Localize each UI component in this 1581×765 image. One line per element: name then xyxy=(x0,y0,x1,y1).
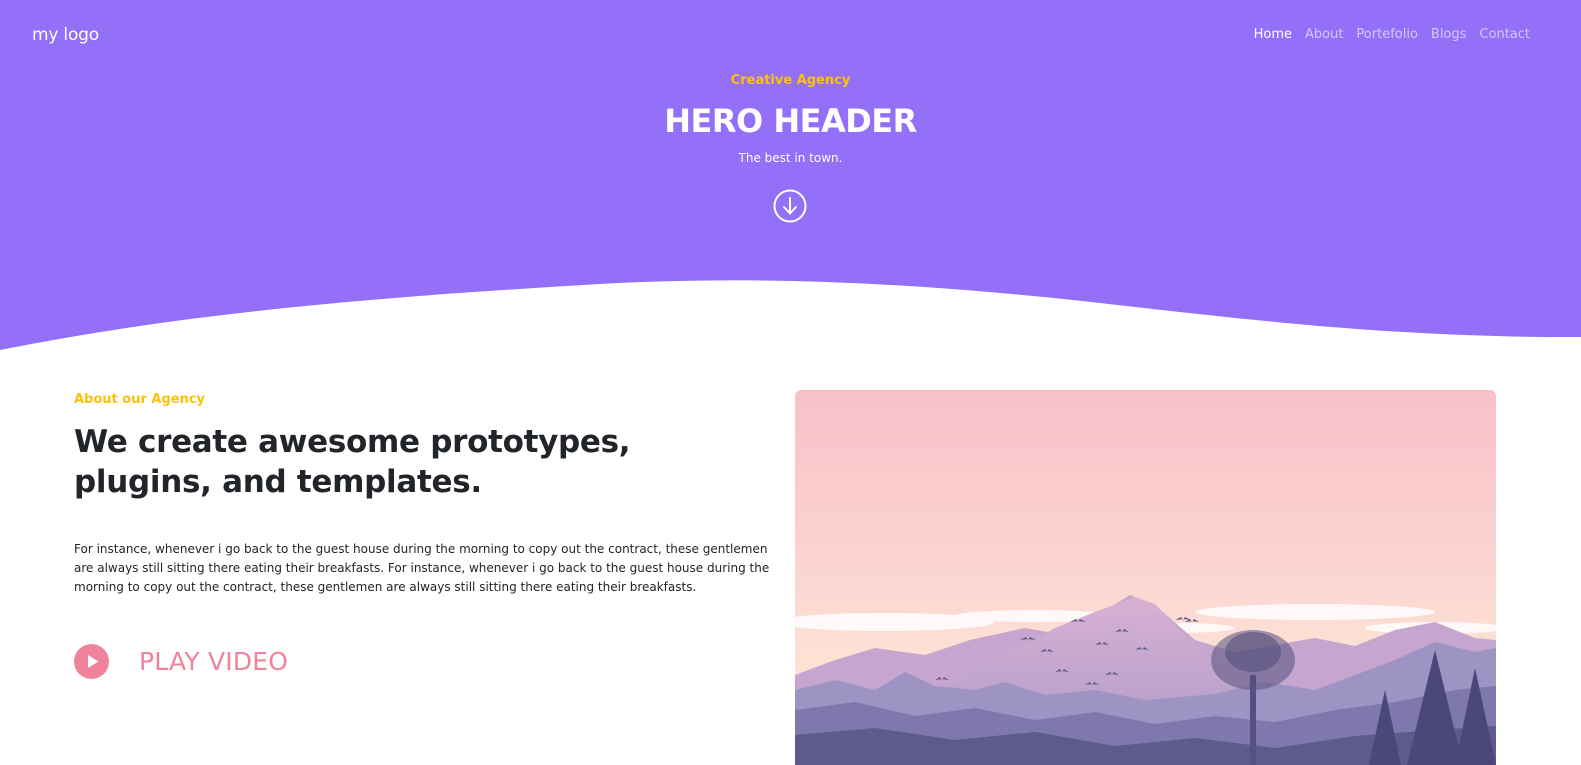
hero-wave-shape xyxy=(0,0,1581,350)
mountain-landscape-illustration xyxy=(795,390,1496,765)
nav-item-contact[interactable]: Contact xyxy=(1479,27,1530,42)
arrow-down-circle-icon[interactable] xyxy=(773,189,807,223)
about-paragraph: For instance, whenever i go back to the … xyxy=(74,542,770,594)
site-logo[interactable]: my logo xyxy=(32,25,99,45)
nav-item-blogs[interactable]: Blogs xyxy=(1431,27,1467,42)
nav-item-about[interactable]: About xyxy=(1305,27,1343,42)
main-nav: Home About Portefolio Blogs Contact xyxy=(1254,27,1530,42)
hero-title: HERO HEADER xyxy=(664,102,917,140)
play-video-button[interactable]: PLAY VIDEO xyxy=(74,643,288,679)
play-circle-icon[interactable] xyxy=(74,643,109,679)
about-title: We create awesome prototypes, plugins, a… xyxy=(74,424,631,500)
play-video-label: PLAY VIDEO xyxy=(139,646,289,676)
hero-eyebrow: Creative Agency xyxy=(730,73,851,88)
about-label: About our Agency xyxy=(74,392,206,407)
hero-wave-background xyxy=(0,0,1581,350)
hero-subtitle: The best in town. xyxy=(738,151,843,165)
nav-item-home[interactable]: Home xyxy=(1254,27,1292,42)
hero-section: my logo Home About Portefolio Blogs Cont… xyxy=(0,0,1581,360)
landscape-svg xyxy=(795,390,1496,765)
nav-item-portfolio[interactable]: Portefolio xyxy=(1356,27,1417,42)
